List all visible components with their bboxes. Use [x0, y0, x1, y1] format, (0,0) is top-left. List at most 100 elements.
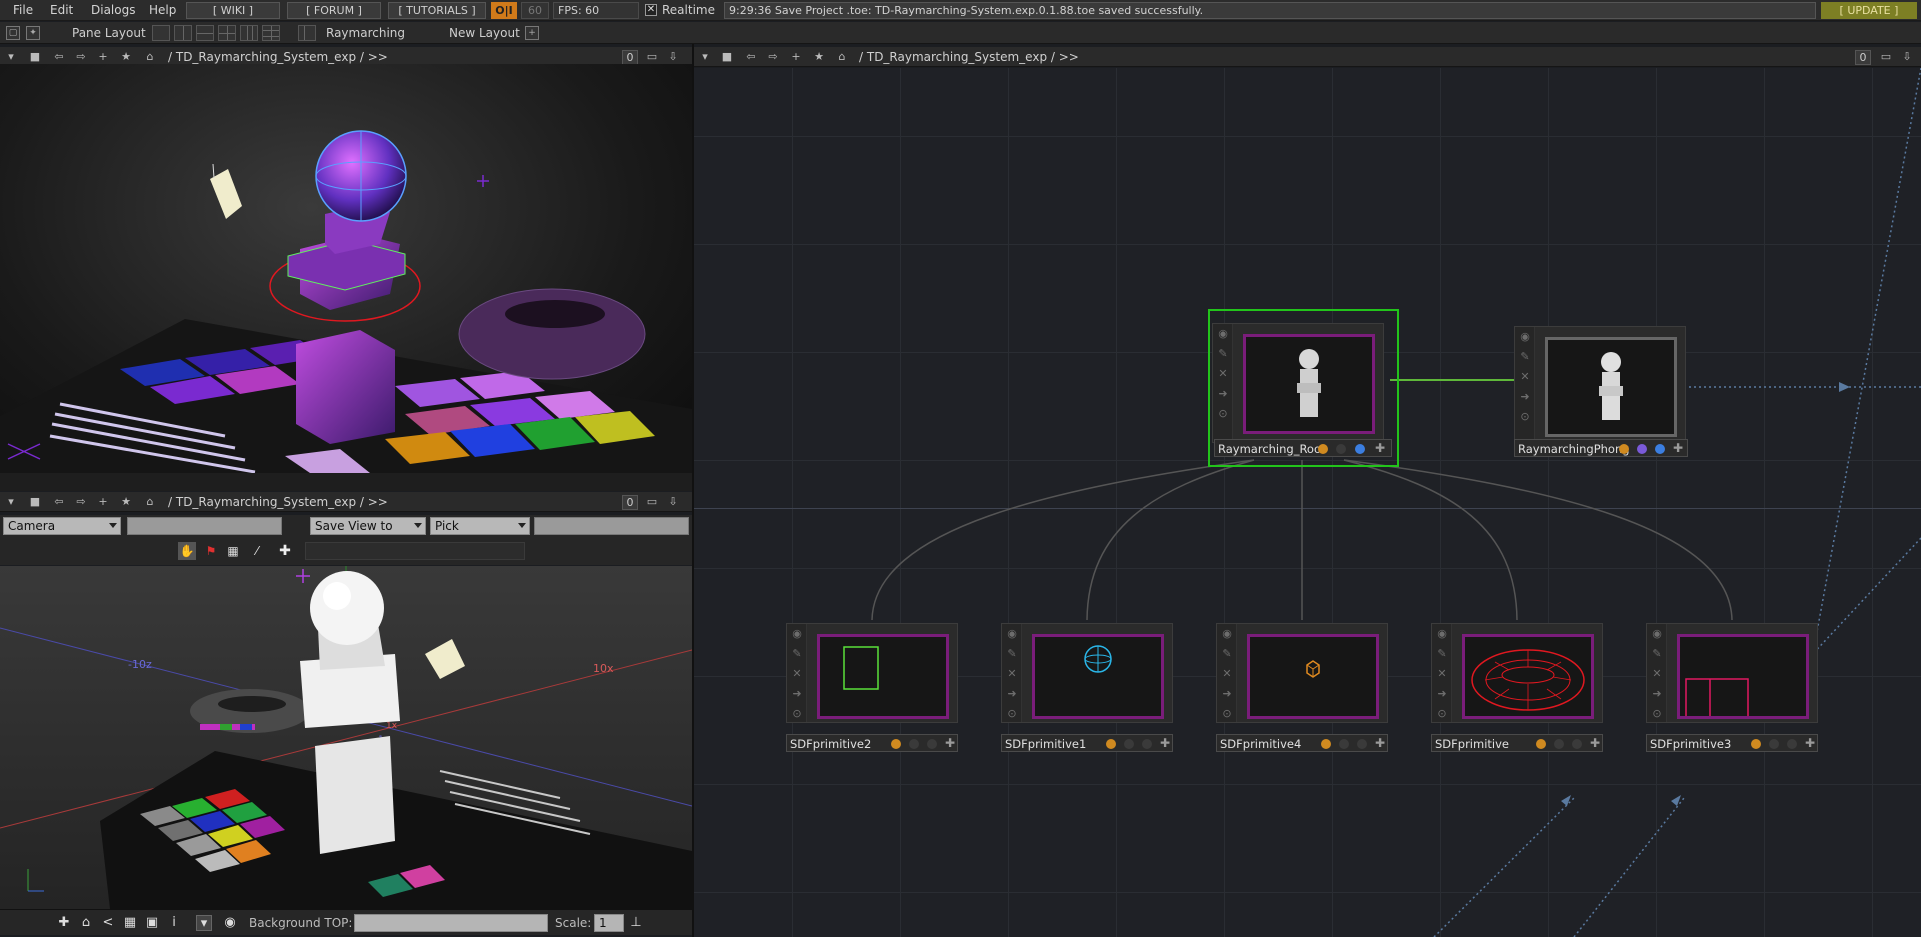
scale-slider-icon[interactable]: ⊥	[628, 915, 644, 931]
node-viewer-flag-icon[interactable]: ◉	[1217, 624, 1237, 644]
pick-field[interactable]	[534, 517, 689, 535]
node-label-sdfprimitive2[interactable]: SDFprimitive2 ✚	[786, 734, 958, 752]
add-icon[interactable]: +	[96, 495, 110, 509]
grid-icon[interactable]: ▦	[122, 915, 138, 931]
home-icon[interactable]: ⌂	[143, 50, 157, 64]
back-icon[interactable]: ⇦	[52, 50, 66, 64]
new-layout-button[interactable]: New Layout	[449, 26, 520, 40]
layout-grid-button[interactable]	[262, 25, 280, 41]
pane-menu-icon[interactable]: ▾	[4, 495, 18, 509]
camera-icon[interactable]: ◉	[222, 915, 238, 931]
stop-icon[interactable]: ■	[720, 50, 734, 64]
node-dot-grey[interactable]	[1769, 739, 1779, 749]
node-add-icon[interactable]: ✚	[1803, 736, 1817, 750]
layout-three-button[interactable]	[218, 25, 236, 41]
fps-target-field[interactable]: 60	[521, 2, 549, 19]
add-icon[interactable]: +	[789, 50, 803, 64]
node-viewer-flag-icon[interactable]: ◉	[1213, 324, 1233, 344]
layout-four-button[interactable]	[240, 25, 258, 41]
menu-dialogs[interactable]: Dialogs	[91, 3, 135, 17]
home-icon[interactable]: ⌂	[835, 50, 849, 64]
node-edit-flag-icon[interactable]: ✎	[1002, 644, 1022, 664]
layout-single-button[interactable]	[152, 25, 170, 41]
node-bypass-flag-icon[interactable]: ✕	[1217, 664, 1237, 684]
node-edit-flag-icon[interactable]: ✎	[1213, 344, 1233, 364]
save-view-dropdown[interactable]: Save View to	[310, 517, 426, 535]
node-dot-grey[interactable]	[1142, 739, 1152, 749]
maximize-icon[interactable]: ▭	[645, 495, 659, 509]
pane-menu-icon[interactable]: ▾	[4, 50, 18, 64]
node-raymarching-root[interactable]: ◉ ✎ ✕ ➜ ⊙	[1212, 323, 1384, 443]
background-top-field[interactable]	[354, 914, 548, 932]
add-icon[interactable]: ✚	[56, 915, 72, 931]
node-display-flag-icon[interactable]: ➜	[1432, 684, 1452, 704]
node-dot-orange[interactable]	[1619, 444, 1629, 454]
menu-help[interactable]: Help	[149, 3, 176, 17]
maximize-icon[interactable]: ▭	[645, 50, 659, 64]
layout-split-horizontal-button[interactable]	[196, 25, 214, 41]
node-raymarching-phong[interactable]: ◉ ✎ ✕ ➜ ⊙	[1514, 326, 1686, 446]
scale-field[interactable]: 1	[594, 914, 624, 932]
node-add-icon[interactable]: ✚	[943, 736, 957, 750]
info-icon[interactable]: i	[166, 915, 182, 931]
node-dot-orange[interactable]	[1318, 444, 1328, 454]
layout-split-vertical-button[interactable]	[174, 25, 192, 41]
node-dot-purple[interactable]	[1637, 444, 1647, 454]
node-bypass-flag-icon[interactable]: ✕	[1002, 664, 1022, 684]
add-layout-button[interactable]: +	[525, 26, 539, 40]
node-dot-grey[interactable]	[1554, 739, 1564, 749]
node-display-flag-icon[interactable]: ➜	[1213, 384, 1233, 404]
node-sdfprimitive1[interactable]: ◉ ✎ ✕ ➜ ⊙	[1001, 623, 1173, 723]
bookmark-star-icon[interactable]: ★	[812, 50, 826, 64]
node-sdfprimitive3[interactable]: ◉ ✎ ✕ ➜ ⊙	[1646, 623, 1818, 730]
pane-index[interactable]: 0	[622, 50, 638, 65]
update-button[interactable]: [ UPDATE ]	[1821, 2, 1917, 19]
node-lock-flag-icon[interactable]: ⊙	[1217, 704, 1237, 724]
node-viewer-flag-icon[interactable]: ◉	[1432, 624, 1452, 644]
node-bypass-flag-icon[interactable]: ✕	[787, 664, 807, 684]
pin-tool-icon[interactable]: ⚑	[202, 542, 220, 560]
node-bypass-flag-icon[interactable]: ✕	[1647, 664, 1667, 684]
node-display-flag-icon[interactable]: ➜	[1217, 684, 1237, 704]
cube-icon[interactable]: ▣	[144, 915, 160, 931]
forum-button[interactable]: [ FORUM ]	[287, 2, 381, 19]
node-add-icon[interactable]: ✚	[1373, 736, 1387, 750]
network-editor[interactable]: ◉ ✎ ✕ ➜ ⊙ Raymarching_Root ✚ ◉ ✎ ✕ ➜ ⊙ R…	[694, 68, 1921, 937]
split-icon[interactable]: ⇩	[666, 495, 680, 509]
node-add-icon[interactable]: ✚	[1588, 736, 1602, 750]
geometry-viewer[interactable]: -10z 10x 1x 1z	[0, 566, 692, 909]
node-lock-flag-icon[interactable]: ⊙	[1432, 704, 1452, 724]
tutorials-button[interactable]: [ TUTORIALS ]	[388, 2, 486, 19]
layout-tab-icon[interactable]	[298, 25, 316, 41]
node-sdfprimitive2[interactable]: ◉ ✎ ✕ ➜ ⊙	[786, 623, 958, 723]
node-edit-flag-icon[interactable]: ✎	[1217, 644, 1237, 664]
node-label-raymarching-phong[interactable]: RaymarchingPhong ✚	[1514, 439, 1688, 457]
layout-icon[interactable]: ▢	[6, 26, 20, 40]
node-viewer-flag-icon[interactable]: ◉	[787, 624, 807, 644]
add-tool-icon[interactable]: ✚	[276, 542, 294, 560]
node-edit-flag-icon[interactable]: ✎	[1647, 644, 1667, 664]
pane-path[interactable]: / TD_Raymarching_System_exp / >>	[168, 50, 388, 64]
node-dot-grey[interactable]	[1572, 739, 1582, 749]
node-display-flag-icon[interactable]: ➜	[787, 684, 807, 704]
pane-path[interactable]: / TD_Raymarching_System_exp / >>	[859, 50, 1079, 64]
forward-icon[interactable]: ⇨	[766, 50, 780, 64]
node-lock-flag-icon[interactable]: ⊙	[787, 704, 807, 724]
maximize-icon[interactable]: ▭	[1879, 50, 1893, 64]
node-label-sdfprimitive3[interactable]: SDFprimitive3 ✚	[1646, 734, 1818, 752]
node-label-sdfprimitive[interactable]: SDFprimitive ✚	[1431, 734, 1603, 752]
render-viewer[interactable]	[0, 64, 692, 473]
node-dot-grey[interactable]	[1124, 739, 1134, 749]
node-dot-grey[interactable]	[909, 739, 919, 749]
node-add-icon[interactable]: ✚	[1671, 441, 1685, 455]
node-bypass-flag-icon[interactable]: ✕	[1213, 364, 1233, 384]
pane-menu-icon[interactable]: ▾	[698, 50, 712, 64]
node-edit-flag-icon[interactable]: ✎	[787, 644, 807, 664]
menu-edit[interactable]: Edit	[50, 3, 73, 17]
node-lock-flag-icon[interactable]: ⊙	[1515, 407, 1535, 427]
node-sdfprimitive[interactable]: ◉ ✎ ✕ ➜ ⊙	[1431, 623, 1603, 723]
node-dot-orange[interactable]	[1751, 739, 1761, 749]
node-dot-grey[interactable]	[1787, 739, 1797, 749]
node-label-sdfprimitive4[interactable]: SDFprimitive4 ✚	[1216, 734, 1388, 752]
back-icon[interactable]: ⇦	[52, 495, 66, 509]
